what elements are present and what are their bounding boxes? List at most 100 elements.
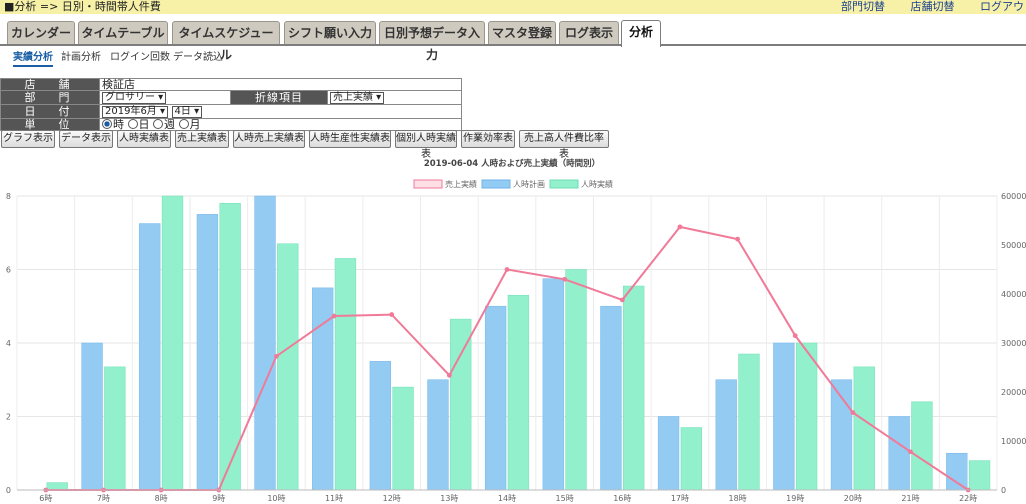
bar-plan: [946, 452, 968, 491]
unit-radio-group: 時 日 週 月: [99, 118, 462, 131]
tab-master[interactable]: マスタ登録: [488, 21, 556, 44]
tab-timetable[interactable]: タイムテーブル: [78, 21, 168, 44]
store-label: 店 舗: [0, 78, 100, 91]
x-tick-label: 20時: [844, 494, 862, 503]
x-tick-label: 6時: [39, 494, 52, 503]
radio-icon: [153, 119, 163, 129]
y-right-tick-label: 40000: [1001, 290, 1026, 299]
x-tick-label: 7時: [97, 494, 110, 503]
x-tick-label: 21時: [901, 494, 919, 503]
sales-line-point: [792, 333, 798, 339]
sub-tabs: 実績分析 計画分析 ログイン回数 データ読込: [0, 48, 1026, 67]
y-right-tick-label: 50000: [1001, 241, 1026, 250]
sales-table-button[interactable]: 売上実績表: [175, 130, 229, 148]
month-select[interactable]: 2019年6月 ▾: [102, 106, 169, 118]
radio-icon: [178, 119, 189, 129]
bar-plan: [600, 305, 622, 491]
x-tick-label: 15時: [556, 494, 574, 503]
x-tick-label: 22時: [959, 494, 977, 503]
graph-view-button[interactable]: グラフ表示: [1, 130, 55, 148]
legend-label-sales: 売上実績: [445, 179, 477, 189]
legend-label-plan: 人時計画: [513, 179, 545, 189]
labor-sales-table-button[interactable]: 人時売上実績表: [233, 130, 305, 148]
bar-plan: [542, 278, 564, 491]
bar-actual: [680, 427, 702, 491]
sales-line-point: [850, 410, 856, 415]
y-right-tick-label: 60000: [1001, 192, 1026, 201]
labor-hours-table-button[interactable]: 人時実績表: [117, 130, 171, 148]
bar-actual: [161, 195, 184, 491]
bar-plan: [715, 379, 737, 491]
bar-plan: [254, 195, 276, 491]
work-efficiency-table-button[interactable]: 作業効率表: [461, 130, 515, 148]
sales-line-point: [504, 267, 510, 272]
y-left-tick-label: 0: [6, 486, 11, 495]
subtab-data-import[interactable]: データ読込: [173, 48, 223, 63]
bar-plan: [773, 342, 795, 491]
legend-swatch-sales: [413, 179, 443, 189]
radio-checked-icon: [102, 119, 112, 129]
x-tick-label: 9時: [212, 494, 225, 503]
line-item-select[interactable]: 売上実績 ▾: [330, 92, 385, 104]
day-select[interactable]: 4日 ▾: [171, 106, 203, 118]
y-right-tick-label: 0: [1001, 486, 1006, 495]
productivity-table-button[interactable]: 人時生産性実績表: [309, 130, 391, 148]
top-bar: ■分析 => 日別・時間帯人件費 部門切替 店舗切替 ログアウ: [0, 0, 1026, 14]
chart-legend: 売上実績 人時計画 人時実績: [413, 179, 613, 189]
dept-select-value: グロサリー: [105, 92, 155, 103]
x-tick-label: 12時: [383, 494, 401, 503]
individual-hours-table-button[interactable]: 個別人時実績表: [395, 130, 457, 160]
bar-actual: [911, 401, 933, 491]
bar-actual: [392, 386, 414, 491]
sales-line-point: [619, 297, 625, 303]
dept-select[interactable]: グロサリー ▾: [102, 92, 167, 104]
tab-calendar[interactable]: カレンダー: [7, 21, 75, 44]
bar-plan: [427, 379, 449, 491]
y-left-tick-label: 4: [6, 339, 11, 348]
tab-daily-forecast[interactable]: 日別予想データ入力: [379, 21, 485, 62]
tab-shift-request[interactable]: シフト願い入力: [284, 21, 376, 44]
y-left-tick-label: 6: [6, 266, 11, 275]
sales-line-point: [735, 236, 740, 242]
store-value: 検証店: [99, 78, 462, 91]
bar-actual: [853, 366, 875, 491]
sales-line-path: [45, 225, 969, 491]
unit-label: 単 位: [0, 118, 100, 131]
sales-line-point: [274, 353, 279, 359]
legend-swatch-plan: [481, 179, 511, 189]
bar-plan: [139, 223, 161, 491]
x-tick-label: 16時: [613, 494, 631, 503]
subtab-login-count[interactable]: ログイン回数: [110, 48, 170, 63]
breadcrumb: ■分析 => 日別・時間帯人件費: [4, 0, 161, 13]
switch-store-link[interactable]: 店舗切替: [911, 0, 955, 13]
subtab-plan-analysis[interactable]: 計画分析: [61, 48, 101, 63]
line-item-select-value: 売上実績: [333, 92, 373, 103]
filter-form: 店 舗 検証店 部 門 グロサリー ▾ 折線項目 売上実績 ▾ 日 付 2019…: [0, 78, 462, 131]
x-tick-label: 18時: [728, 494, 746, 503]
x-tick-label: 14時: [498, 494, 516, 503]
bar-actual: [738, 353, 760, 491]
sales-line-point: [446, 372, 452, 378]
tab-analysis[interactable]: 分析: [621, 20, 661, 47]
y-right-tick-label: 10000: [1001, 437, 1026, 446]
chart-title: 2019-06-04 人時および売上実績（時間別）: [424, 158, 600, 169]
day-select-value: 4日: [174, 106, 191, 117]
header-links: 部門切替 店舗切替 ログアウ: [819, 0, 1024, 14]
labor-cost-ratio-table-button[interactable]: 売上高人件費比率表: [519, 130, 609, 160]
bar-plan: [81, 342, 103, 491]
month-select-value: 2019年6月: [105, 106, 157, 117]
legend-label-actual: 人時実績: [581, 179, 613, 189]
sales-line-point: [331, 313, 337, 319]
switch-dept-link[interactable]: 部門切替: [841, 0, 885, 13]
x-tick-label: 17時: [671, 494, 689, 503]
tab-log[interactable]: ログ表示: [559, 21, 619, 44]
date-label: 日 付: [0, 104, 100, 119]
tab-timeschedule[interactable]: タイムスケジュール: [172, 21, 280, 62]
logout-link[interactable]: ログアウ: [980, 0, 1024, 13]
x-tick-label: 11時: [325, 494, 343, 503]
data-view-button[interactable]: データ表示: [59, 130, 113, 148]
legend-swatch-actual: [549, 179, 579, 189]
bar-plan: [888, 416, 910, 491]
sales-line-point: [389, 312, 395, 317]
subtab-actual-analysis[interactable]: 実績分析: [13, 48, 53, 67]
